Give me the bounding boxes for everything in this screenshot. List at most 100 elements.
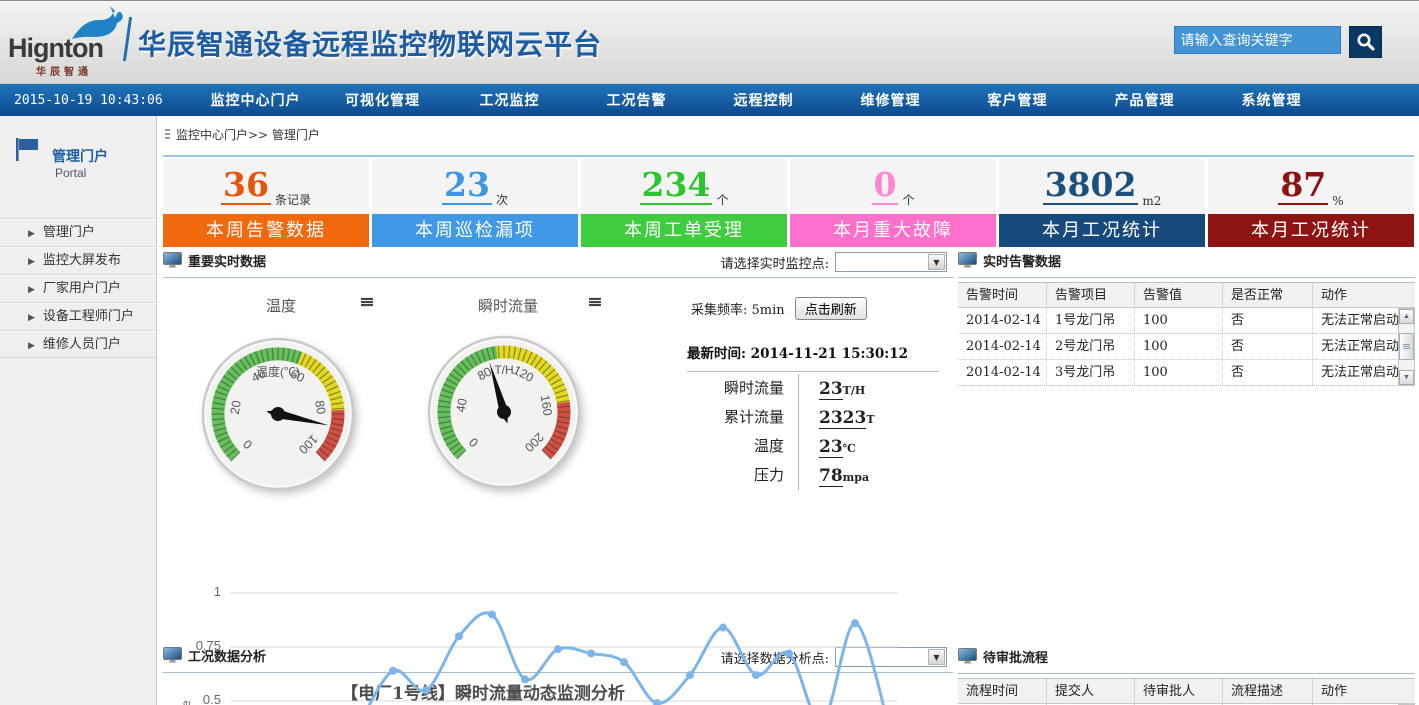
table-cell: 否 — [1223, 308, 1313, 333]
reading-value-link[interactable]: 23 — [819, 437, 843, 458]
search-button[interactable] — [1349, 26, 1382, 58]
latest-time-label: 最新时间: 2014-11-21 15:30:12 — [687, 342, 939, 372]
gauge-menu-icon[interactable]: ≡ — [587, 295, 603, 309]
stat-card: 87%本月工况统计 — [1208, 159, 1414, 247]
nav-menu-item[interactable]: 工况监控 — [446, 90, 573, 110]
table-cell: 100 — [1135, 360, 1223, 385]
reading-unit: ℃ — [843, 442, 856, 455]
svg-text:40: 40 — [454, 397, 470, 413]
sidebar-menu: ▶管理门户▶监控大屏发布▶厂家用户门户▶设备工程师门户▶维修人员门户 — [0, 218, 157, 358]
reading-value: 23℃ — [799, 437, 856, 457]
logo-subtext: 华辰智通 — [36, 63, 92, 78]
stat-value-link[interactable]: 87 — [1278, 168, 1328, 205]
chart-ytick: 0.5 — [187, 692, 221, 705]
reading-value: 23T/H — [799, 379, 865, 399]
stat-card: 234个本周工单受理 — [581, 159, 787, 247]
reading-row: 温度23℃ — [687, 432, 939, 461]
company-logo[interactable]: Hignton 华辰智通 — [8, 11, 123, 77]
nav-menu-item[interactable]: 客户管理 — [954, 90, 1081, 110]
stat-unit: % — [1332, 194, 1343, 214]
reading-label: 瞬时流量 — [687, 374, 799, 403]
flow-gauge: 04080120160200T/H — [425, 333, 583, 496]
stat-card-label: 本月工况统计 — [999, 214, 1205, 247]
nav-menu-item[interactable]: 工况告警 — [573, 90, 700, 110]
sidebar-menu-item[interactable]: ▶设备工程师门户 — [0, 302, 157, 330]
top-header: Hignton 华辰智通 华辰智通设备远程监控物联网云平台 — [0, 1, 1419, 84]
portal-subtitle: Portal — [55, 166, 86, 180]
realtime-section-title: 重要实时数据 — [188, 251, 266, 270]
reading-value-link[interactable]: 23 — [819, 379, 843, 400]
stat-unit: 条记录 — [275, 191, 311, 214]
sidebar-menu-item[interactable]: ▶管理门户 — [0, 218, 157, 246]
stat-card-value-area: 36条记录 — [163, 159, 369, 214]
scroll-down-icon[interactable]: ▼ — [1399, 370, 1414, 385]
realtime-section-header: 重要实时数据 请选择实时监控点: ▼ — [163, 251, 953, 278]
reading-unit: mpa — [843, 471, 869, 484]
table-scrollbar[interactable]: ▲▼ — [1398, 308, 1415, 386]
svg-text:温度(℃): 温度(℃) — [256, 364, 300, 379]
stat-card-label: 本周巡检漏项 — [372, 214, 578, 247]
nav-menu-item[interactable]: 系统管理 — [1208, 90, 1335, 110]
chevron-right-icon: ▶ — [28, 313, 35, 323]
table-column-header: 动作 — [1313, 679, 1398, 703]
stat-card: 23次本周巡检漏项 — [372, 159, 578, 247]
refresh-button[interactable]: 点击刷新 — [795, 297, 867, 320]
approval-section-title: 待审批流程 — [983, 647, 1048, 666]
sidebar-menu-item[interactable]: ▶监控大屏发布 — [0, 246, 157, 274]
nav-menu-item[interactable]: 维修管理 — [827, 90, 954, 110]
reading-value-link[interactable]: 2323 — [819, 408, 866, 429]
stat-card: 3802m2本月工况统计 — [999, 159, 1205, 247]
breadcrumb[interactable]: 监控中心门户>> 管理门户 — [165, 126, 320, 143]
reading-label: 温度 — [687, 432, 799, 461]
sidebar-menu-item[interactable]: ▶维修人员门户 — [0, 330, 157, 358]
table-cell: 2014-02-14 — [958, 308, 1047, 333]
logo-text: Hignton — [8, 33, 103, 64]
reading-unit: T — [866, 413, 874, 426]
breadcrumb-icon — [165, 129, 170, 140]
nav-menu-item[interactable]: 监控中心门户 — [192, 90, 319, 110]
nav-menu-item[interactable]: 可视化管理 — [319, 90, 446, 110]
table-cell: 无法正常启动 — [1313, 308, 1398, 333]
table-cell: 2014-02-14 — [958, 360, 1047, 385]
alarm-section-header: 实时告警数据 — [958, 251, 1415, 278]
stat-value-link[interactable]: 23 — [442, 168, 492, 205]
stat-card-value-area: 0个 — [790, 159, 996, 214]
scroll-up-icon[interactable]: ▲ — [1399, 309, 1414, 324]
search-input[interactable] — [1174, 26, 1341, 54]
stat-card-label: 本月重大故障 — [790, 214, 996, 247]
table-column-header: 告警值 — [1135, 283, 1223, 307]
stats-cards-row: 36条记录本周告警数据23次本周巡检漏项234个本周工单受理0个本月重大故障38… — [163, 155, 1414, 247]
monitor-point-select[interactable]: ▼ — [835, 252, 947, 272]
svg-text:T/H: T/H — [494, 363, 513, 377]
scrollbar-grip — [1403, 344, 1410, 350]
chevron-down-icon: ▼ — [928, 254, 945, 270]
stat-value-link[interactable]: 234 — [640, 168, 713, 205]
stat-value-link[interactable]: 36 — [221, 168, 271, 205]
sidebar-menu-item[interactable]: ▶厂家用户门户 — [0, 274, 157, 302]
left-pane: 重要实时数据 请选择实时监控点: ▼ 温度 ≡ 瞬时流量 ≡ 020406080… — [163, 251, 953, 705]
stat-unit: 次 — [496, 191, 508, 214]
reading-row: 压力78mpa — [687, 461, 939, 490]
monitor-icon — [163, 252, 182, 269]
reading-row: 瞬时流量23T/H — [687, 374, 939, 403]
temperature-gauge: 020406080100温度(℃) — [199, 335, 357, 498]
sidebar-item-label: 管理门户 — [43, 225, 95, 240]
reading-value: 78mpa — [799, 466, 869, 486]
nav-menu-item[interactable]: 远程控制 — [700, 90, 827, 110]
stat-card-value-area: 3802m2 — [999, 159, 1205, 214]
scrollbar-thumb[interactable] — [1399, 333, 1414, 360]
stat-card-value-area: 234个 — [581, 159, 787, 214]
nav-menu-item[interactable]: 产品管理 — [1081, 90, 1208, 110]
stat-value-link[interactable]: 0 — [872, 168, 899, 205]
gauge-menu-icon[interactable]: ≡ — [359, 295, 375, 309]
table-row: 2014-02-142号龙门吊100否无法正常启动 — [958, 334, 1415, 360]
table-cell: 无法正常启动 — [1313, 360, 1398, 385]
table-cell: 否 — [1223, 360, 1313, 385]
reading-value-link[interactable]: 78 — [819, 466, 843, 487]
sidebar-item-label: 监控大屏发布 — [43, 253, 121, 268]
stat-card-label: 本月工况统计 — [1208, 214, 1414, 247]
table-column-header: 流程时间 — [958, 679, 1047, 703]
sampling-frequency-label: 采集频率: 5min — [691, 303, 785, 318]
stat-card-label: 本周告警数据 — [163, 214, 369, 247]
stat-value-link[interactable]: 3802 — [1043, 168, 1139, 205]
